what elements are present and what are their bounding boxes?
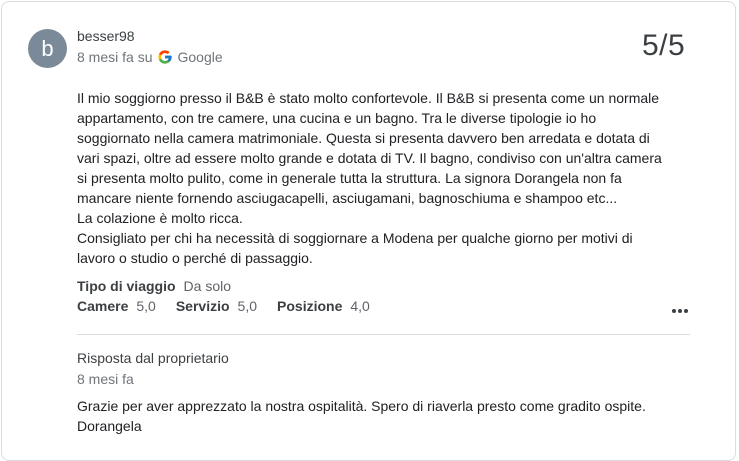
review-line: Consigliato per chi ha necessità di sogg… bbox=[77, 230, 633, 246]
review-time: 8 mesi fa su bbox=[77, 49, 153, 65]
owner-reply-line: Dorangela bbox=[77, 418, 142, 434]
trip-type-label: Tipo di viaggio bbox=[77, 278, 176, 294]
owner-response-time: 8 mesi fa bbox=[77, 371, 134, 387]
rating-label: Servizio bbox=[175, 298, 230, 314]
rating-posizione: Posizione 4,0 bbox=[277, 298, 370, 314]
review-line: Il mio soggiorno presso il B&B è stato m… bbox=[77, 90, 660, 106]
owner-response-label: Risposta dal proprietario bbox=[77, 350, 229, 366]
rating-value: 4,0 bbox=[350, 298, 370, 314]
review-meta: 8 mesi fa su Google bbox=[77, 49, 223, 65]
review-line: soggiornato nella camera matrimoniale. Q… bbox=[77, 130, 650, 146]
review-line: vari spazi, oltre ad essere molto grande… bbox=[77, 150, 662, 166]
rating-value: 5,0 bbox=[136, 298, 156, 314]
rating-camere: Camere 5,0 bbox=[77, 298, 156, 314]
rating-label: Posizione bbox=[277, 298, 343, 314]
review-card: b besser98 8 mesi fa su Google 5/5 Il mi… bbox=[1, 1, 736, 461]
trip-type: Tipo di viaggio Da solo bbox=[77, 278, 231, 294]
review-line: si presenta molto pulito, come in genera… bbox=[77, 170, 622, 186]
sub-ratings: Camere 5,0 Servizio 5,0 Posizione 4,0 bbox=[77, 298, 390, 314]
rating-value: 5,0 bbox=[237, 298, 258, 314]
review-line: mancare niente fornendo asciugacapelli, … bbox=[77, 190, 618, 206]
review-source: Google bbox=[177, 49, 223, 65]
divider bbox=[77, 334, 690, 335]
owner-reply-line: Grazie per aver apprezzato la nostra osp… bbox=[77, 398, 646, 414]
rating-label: Camere bbox=[77, 298, 129, 314]
avatar[interactable]: b bbox=[28, 29, 67, 68]
trip-type-value: Da solo bbox=[183, 278, 231, 294]
review-line: lavoro o studio o perché di passaggio. bbox=[77, 250, 313, 266]
reviewer-name[interactable]: besser98 bbox=[77, 28, 135, 44]
review-line: appartamento, con tre camere, una cucina… bbox=[77, 110, 597, 126]
more-horizontal-icon[interactable] bbox=[670, 303, 690, 319]
google-g-icon bbox=[158, 50, 173, 64]
review-score: 5/5 bbox=[642, 29, 686, 62]
owner-response-text: Grazie per aver apprezzato la nostra osp… bbox=[77, 396, 677, 436]
review-text: Il mio soggiorno presso il B&B è stato m… bbox=[77, 88, 677, 268]
review-line: La colazione è molto ricca. bbox=[77, 210, 243, 226]
rating-servizio: Servizio 5,0 bbox=[176, 298, 257, 314]
